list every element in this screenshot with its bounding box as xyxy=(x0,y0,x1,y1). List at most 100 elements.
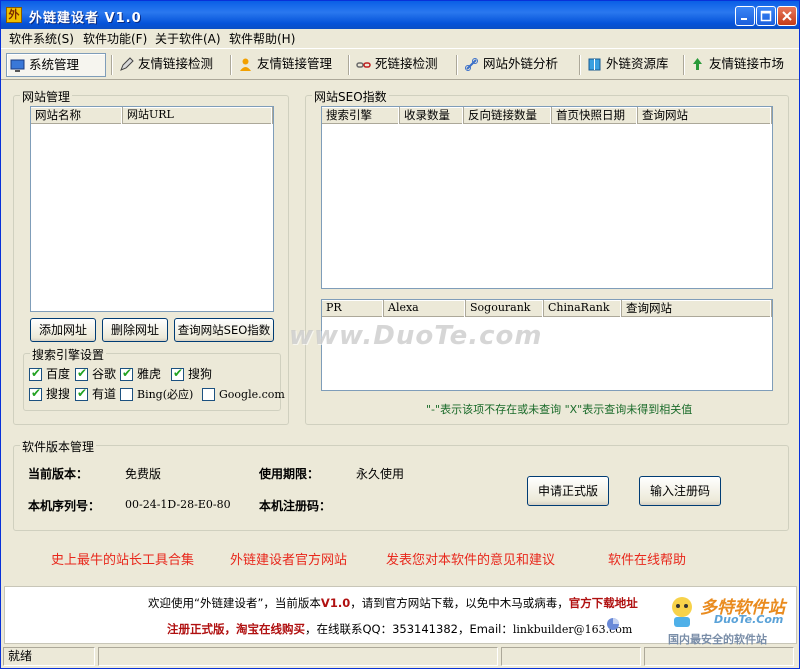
column-sogourank[interactable]: Sogourank xyxy=(466,300,544,317)
download-link[interactable]: 官方下载地址 xyxy=(569,596,638,610)
tool-link-market[interactable]: 友情链接市场 xyxy=(687,53,795,77)
menu-function[interactable]: 软件功能(F) xyxy=(83,30,147,47)
toolbar-separator xyxy=(230,55,232,75)
toolbar: 系统管理 友情链接检测 友情链接管理 死链接检测 网站外链分析 外链资源库 友情… xyxy=(1,48,799,80)
taobao-link[interactable]: 淘宝在线购买 xyxy=(236,622,305,636)
menu-about[interactable]: 关于软件(A) xyxy=(155,30,221,47)
checkbox-label: 谷歌 xyxy=(92,367,117,381)
column-snapshot-date[interactable]: 首页快照日期 xyxy=(552,107,638,124)
tool-deadlink-check[interactable]: 死链接检测 xyxy=(353,53,453,77)
title-bar[interactable]: 外 外链建设者 V1.0 xyxy=(1,1,799,29)
engine-checkbox[interactable]: 雅虎 xyxy=(120,366,162,383)
checkbox-box[interactable] xyxy=(120,388,133,401)
usage-period-value: 永久使用 xyxy=(356,467,405,481)
serial-number-value: 00-24-1D-28-E0-80 xyxy=(125,498,231,511)
close-button[interactable] xyxy=(777,6,797,26)
tool-label: 外链资源库 xyxy=(606,56,669,71)
status-cell xyxy=(501,647,641,666)
monitor-icon xyxy=(10,59,25,72)
current-version-label: 当前版本： xyxy=(28,467,89,481)
checkbox-box[interactable] xyxy=(75,366,88,381)
checkbox-label: 雅虎 xyxy=(137,367,162,381)
add-site-button[interactable]: 添加网址 xyxy=(30,318,96,342)
checkbox-box[interactable] xyxy=(29,386,42,401)
query-seo-button[interactable]: 查询网站SEO指数 xyxy=(174,318,274,342)
checkbox-box[interactable] xyxy=(120,366,133,381)
checkbox-label: Google.com xyxy=(219,388,285,401)
contact-text: ，在线联系QQ：353141382，Email： xyxy=(305,622,513,636)
checkbox-box[interactable] xyxy=(202,388,215,401)
column-indexed[interactable]: 收录数量 xyxy=(400,107,464,124)
delete-site-button[interactable]: 删除网址 xyxy=(102,318,168,342)
column-engine[interactable]: 搜索引擎 xyxy=(322,107,400,124)
book-icon xyxy=(588,58,601,71)
pencil-icon xyxy=(120,57,134,71)
column-site-name[interactable]: 网站名称 xyxy=(31,107,123,124)
checkbox-box[interactable] xyxy=(29,366,42,381)
engine-checkbox[interactable]: Google.com xyxy=(202,387,285,403)
tool-resource-library[interactable]: 外链资源库 xyxy=(584,53,682,77)
engine-checkbox[interactable]: Bing(必应) xyxy=(120,387,193,403)
list-header: 搜索引擎 收录数量 反向链接数量 首页快照日期 查询网站 xyxy=(322,107,772,124)
corner-watermark-domain: DuoTe.Com xyxy=(714,613,784,626)
register-link[interactable]: 注册正式版， xyxy=(167,622,236,636)
column-alexa[interactable]: Alexa xyxy=(384,300,466,317)
engine-checkbox[interactable]: 谷歌 xyxy=(75,366,117,383)
engine-checkbox[interactable]: 搜狗 xyxy=(171,366,212,383)
enter-regcode-button[interactable]: 输入注册码 xyxy=(639,476,721,506)
column-pr[interactable]: PR xyxy=(322,300,384,317)
tool-link-manage[interactable]: 友情链接管理 xyxy=(235,53,345,77)
link-online-help[interactable]: 软件在线帮助 xyxy=(608,549,686,568)
column-query-site[interactable]: 查询网站 xyxy=(638,107,772,124)
tool-link-check[interactable]: 友情链接检测 xyxy=(116,53,226,77)
tool-label: 死链接检测 xyxy=(375,56,438,71)
seo-engine-list[interactable]: 搜索引擎 收录数量 反向链接数量 首页快照日期 查询网站 xyxy=(321,106,773,289)
column-chinarank[interactable]: ChinaRank xyxy=(544,300,622,317)
toolbar-separator xyxy=(111,55,113,75)
tool-label: 友情链接市场 xyxy=(709,56,785,71)
link-icon xyxy=(465,58,478,71)
column-site-url[interactable]: 网站URL xyxy=(123,107,273,124)
app-icon: 外 xyxy=(6,7,22,23)
toolbar-separator xyxy=(456,55,458,75)
group-title: 网站SEO指数 xyxy=(312,88,389,105)
legend-note: "-"表示该项不存在或未查询 "X"表示查询未得到相关值 xyxy=(426,403,693,416)
close-icon xyxy=(782,11,792,21)
main-window: 外 外链建设者 V1.0 软件系统(S) 软件功能(F) 关于软件(A) 软件帮… xyxy=(0,0,800,669)
apply-license-button[interactable]: 申请正式版 xyxy=(527,476,609,506)
version-text: V1.0 xyxy=(320,596,351,610)
column-backlinks[interactable]: 反向链接数量 xyxy=(464,107,552,124)
tool-system-manage[interactable]: 系统管理 xyxy=(6,53,106,77)
minimize-icon xyxy=(741,18,747,20)
pie-logo-icon xyxy=(607,618,619,630)
minimize-button[interactable] xyxy=(735,6,755,26)
welcome-text: ，请到官方网站下载，以免中木马或病毒， xyxy=(350,596,569,610)
list-header: 网站名称 网站URL xyxy=(31,107,273,124)
group-title: 软件版本管理 xyxy=(20,438,97,455)
site-list[interactable]: 网站名称 网站URL xyxy=(30,106,274,312)
engine-checkbox[interactable]: 有道 xyxy=(75,386,116,403)
link-webmaster-tools[interactable]: 史上最牛的站长工具合集 xyxy=(51,549,194,568)
center-watermark: www.DuoTe.com xyxy=(289,321,543,351)
checkbox-box[interactable] xyxy=(171,366,184,381)
column-query-site[interactable]: 查询网站 xyxy=(622,300,772,317)
checkbox-label: Bing(必应) xyxy=(137,388,194,401)
window-title: 外链建设者 V1.0 xyxy=(29,11,142,26)
broken-link-icon xyxy=(356,62,371,68)
group-title: 网站管理 xyxy=(20,88,73,105)
engine-checkbox[interactable]: 搜搜 xyxy=(29,386,70,403)
menu-system[interactable]: 软件系统(S) xyxy=(9,30,74,47)
link-official-site[interactable]: 外链建设者官方网站 xyxy=(230,549,347,568)
engine-checkbox[interactable]: 百度 xyxy=(29,366,71,383)
tool-label: 网站外链分析 xyxy=(483,56,559,71)
checkbox-label: 百度 xyxy=(46,367,71,381)
status-cell xyxy=(98,647,498,666)
link-feedback[interactable]: 发表您对本软件的意见和建议 xyxy=(386,549,555,568)
list-header: PR Alexa Sogourank ChinaRank 查询网站 xyxy=(322,300,772,317)
maximize-icon xyxy=(760,10,772,22)
tool-backlink-analysis[interactable]: 网站外链分析 xyxy=(461,53,576,77)
menu-help[interactable]: 软件帮助(H) xyxy=(229,30,295,47)
toolbar-separator xyxy=(348,55,350,75)
checkbox-box[interactable] xyxy=(75,386,88,401)
maximize-button[interactable] xyxy=(756,6,776,26)
